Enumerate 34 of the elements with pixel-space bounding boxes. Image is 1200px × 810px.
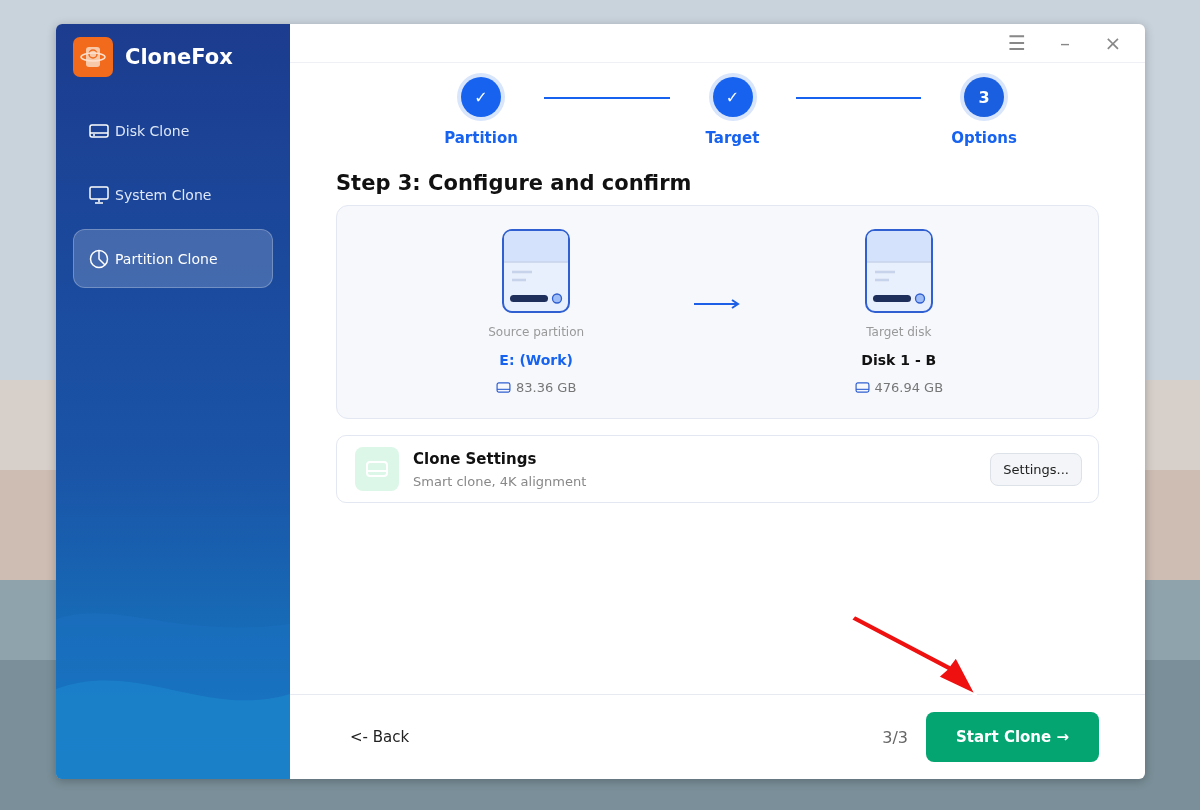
nav-item[interactable]: System Clone: [73, 165, 273, 224]
settings-title: Clone Settings: [413, 449, 538, 468]
endpoint-caption: Source partition: [488, 325, 585, 339]
step-indicator: 3: [964, 77, 1004, 117]
drive-icon: [355, 447, 399, 491]
drive-icon: [496, 382, 511, 393]
monitor-icon: [89, 185, 109, 204]
step-heading: Step 3: Configure and confirm: [336, 171, 693, 195]
step-indicator: ✓: [461, 77, 501, 117]
app-name: CloneFox: [125, 45, 233, 69]
step-label: Partition: [444, 129, 518, 147]
endpoint-name: E: (Work): [499, 352, 573, 368]
nav-item[interactable]: Disk Clone: [73, 101, 273, 160]
settings-button[interactable]: Settings...: [990, 452, 1082, 486]
close-button[interactable]: ×: [1101, 31, 1125, 55]
logo-icon: [73, 37, 113, 77]
minimize-button[interactable]: –: [1053, 31, 1077, 55]
endpoint-name: Disk 1 - B: [861, 352, 937, 368]
settings-summary: Smart clone, 4K alignment: [413, 473, 588, 489]
back-link[interactable]: <- Back: [350, 728, 883, 746]
pie-chart-icon: [89, 248, 109, 269]
size-value: 476.94 GB: [874, 380, 944, 395]
step-label: Target: [705, 129, 760, 147]
page-counter: 3/3: [882, 727, 908, 747]
right-arrow-icon: [694, 299, 741, 309]
endpoint-caption: Target disk: [866, 325, 932, 339]
nav-item[interactable]: Partition Clone: [73, 229, 273, 288]
hard-drive-icon: [89, 122, 109, 139]
start-clone-button[interactable]: Start Clone →: [926, 712, 1099, 762]
step-label: Options: [951, 129, 1017, 147]
size-value: 83.36 GB: [516, 380, 577, 395]
menu-button[interactable]: ☰: [1005, 31, 1029, 55]
drive-icon: [854, 382, 870, 393]
step-indicator: ✓: [712, 77, 753, 117]
